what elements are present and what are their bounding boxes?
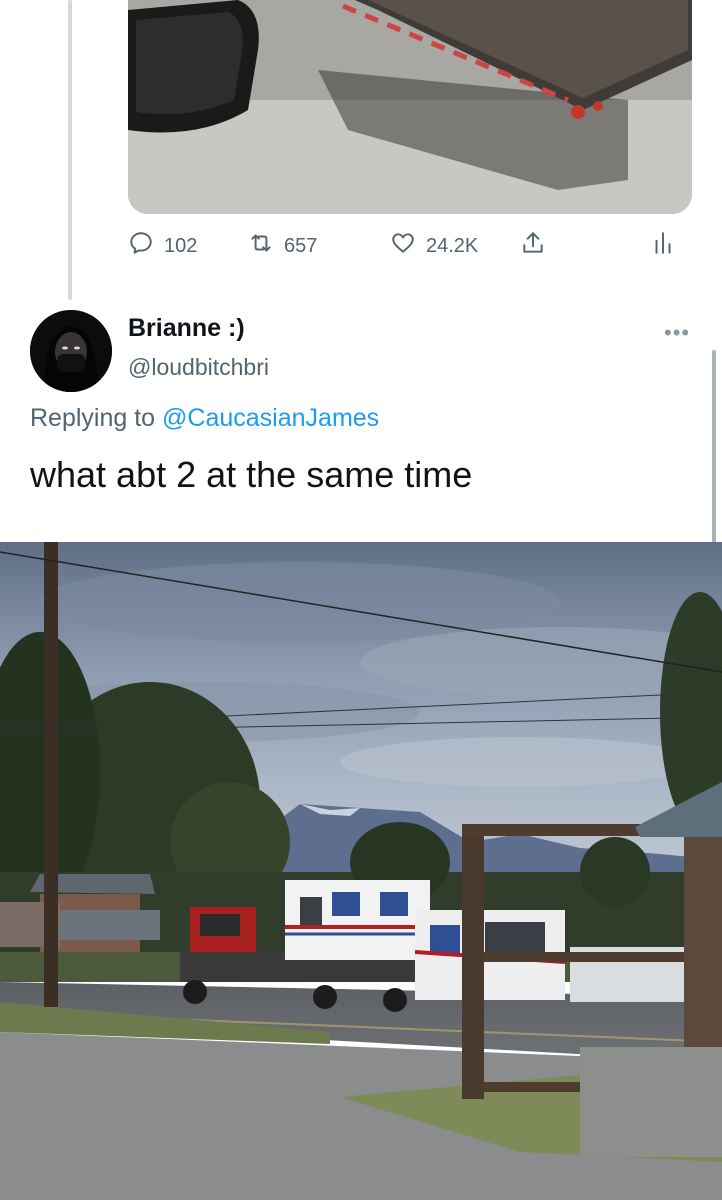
like-button[interactable]: 24.2K	[390, 226, 478, 266]
like-icon	[390, 230, 416, 262]
analytics-button[interactable]	[650, 226, 676, 266]
replying-to-mention[interactable]: @CaucasianJames	[162, 404, 379, 432]
retweet-button[interactable]: 657	[248, 226, 317, 266]
previous-tweet-photo[interactable]	[128, 0, 692, 214]
retweet-icon	[248, 230, 274, 262]
more-icon[interactable]: •••	[664, 320, 690, 346]
replying-to-line: Replying to @CaucasianJames	[30, 404, 379, 433]
reply-count: 102	[164, 234, 198, 257]
tweet-photo[interactable]	[0, 542, 722, 1200]
analytics-icon	[650, 230, 676, 262]
like-count: 24.2K	[426, 234, 479, 257]
retweet-count: 657	[284, 234, 318, 257]
author-handle[interactable]: @loudbitchbri	[128, 354, 269, 381]
tweet-action-bar: 102 657 24.2K	[128, 226, 688, 266]
share-button[interactable]	[520, 226, 546, 266]
avatar[interactable]	[30, 310, 112, 392]
replying-prefix: Replying to	[30, 404, 156, 432]
author-name[interactable]: Brianne :)	[128, 314, 245, 343]
tweet-text: what abt 2 at the same time	[30, 454, 473, 495]
reply-icon	[128, 230, 154, 262]
thread-line	[68, 0, 72, 300]
reply-button[interactable]: 102	[128, 226, 197, 266]
share-icon	[520, 230, 546, 262]
